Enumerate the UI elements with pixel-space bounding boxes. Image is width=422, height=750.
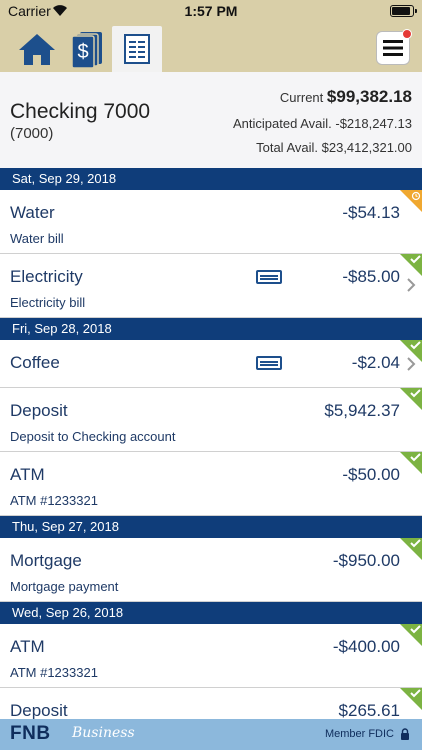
current-value: $99,382.18: [326, 87, 412, 106]
transaction-row[interactable]: Deposit Deposit to Checking account $5,9…: [0, 388, 422, 452]
transaction-amount: -$950.00: [332, 551, 400, 570]
top-nav: $: [0, 22, 422, 72]
date-header: Fri, Sep 28, 2018: [0, 318, 422, 340]
statement-icon: [124, 34, 150, 64]
footer-bar: FNB Business Member FDIC: [0, 719, 422, 750]
pending-clock-icon: [400, 190, 422, 212]
home-icon: [19, 34, 55, 65]
transaction-row[interactable]: Coffee -$2.04: [0, 340, 422, 388]
transaction-amount: -$54.13: [342, 203, 400, 222]
transaction-description: Deposit: [10, 701, 68, 720]
account-name: Checking 7000: [10, 100, 151, 123]
transaction-row[interactable]: ATM ATM #1233321 -$400.00: [0, 624, 422, 688]
current-label: Current: [279, 90, 324, 105]
transaction-description: Water: [10, 203, 55, 222]
transaction-amount: $5,942.37: [324, 401, 400, 420]
card-icon: [256, 356, 282, 370]
notification-dot: [402, 29, 412, 39]
date-header: Wed, Sep 26, 2018: [0, 602, 422, 624]
transaction-memo: ATM #1233321: [10, 665, 98, 680]
cleared-check-icon: [400, 254, 422, 276]
money-tab[interactable]: $: [64, 26, 110, 72]
transaction-row[interactable]: Electricity Electricity bill -$85.00: [0, 254, 422, 318]
transaction-description: ATM: [10, 465, 45, 484]
account-summary: Checking 7000 (7000) Current $99,382.18 …: [0, 72, 422, 168]
account-number: (7000): [10, 125, 54, 142]
transaction-list: Sat, Sep 29, 2018 Water Water bill -$54.…: [0, 168, 422, 750]
cleared-check-icon: [400, 688, 422, 710]
transaction-description: Coffee: [10, 353, 60, 372]
lock-icon: [401, 728, 409, 740]
transaction-description: Deposit: [10, 401, 68, 420]
date-header: Sat, Sep 29, 2018: [0, 168, 422, 190]
hamburger-menu-icon: [383, 40, 403, 56]
transaction-description: Mortgage: [10, 551, 82, 570]
transaction-memo: Water bill: [10, 231, 64, 246]
cleared-check-icon: [400, 340, 422, 362]
status-bar: Carrier 1:57 PM: [0, 0, 422, 22]
cleared-check-icon: [400, 624, 422, 646]
svg-text:$: $: [77, 41, 88, 63]
member-fdic-label: Member FDIC: [324, 728, 394, 740]
cleared-check-icon: [400, 452, 422, 474]
home-tab[interactable]: [14, 26, 60, 72]
battery-icon: [390, 5, 417, 17]
current-balance: Current $99,382.18: [280, 87, 412, 107]
transaction-amount: -$85.00: [342, 267, 400, 286]
transaction-description: ATM: [10, 637, 45, 656]
transaction-memo: Mortgage payment: [10, 579, 119, 594]
menu-button[interactable]: [376, 29, 412, 65]
date-header: Thu, Sep 27, 2018: [0, 516, 422, 538]
transaction-amount: -$400.00: [332, 637, 400, 656]
transaction-row[interactable]: ATM ATM #1233321 -$50.00: [0, 452, 422, 516]
transaction-amount: $265.61: [338, 701, 400, 720]
transaction-amount: -$2.04: [351, 353, 400, 372]
fnb-logo: FNB: [10, 723, 51, 744]
anticipated-balance: Anticipated Avail. -$218,247.13: [232, 116, 412, 131]
battery-fill: [392, 7, 410, 15]
transaction-description: Electricity: [10, 267, 83, 286]
clock: 1:57 PM: [184, 3, 238, 19]
cleared-check-icon: [400, 388, 422, 410]
money-icon: $: [71, 32, 102, 68]
transaction-memo: Deposit to Checking account: [10, 429, 176, 444]
transaction-amount: -$50.00: [342, 465, 400, 484]
transaction-memo: Electricity bill: [10, 295, 86, 310]
transaction-row[interactable]: Mortgage Mortgage payment -$950.00: [0, 538, 422, 602]
total-balance: Total Avail. $23,412,321.00: [256, 140, 412, 155]
card-icon: [256, 270, 282, 284]
cleared-check-icon: [400, 538, 422, 560]
business-wordmark: Business: [72, 725, 135, 741]
chevron-right-icon: [407, 278, 416, 292]
transaction-row[interactable]: Water Water bill -$54.13: [0, 190, 422, 254]
transaction-memo: ATM #1233321: [10, 493, 98, 508]
statement-tab[interactable]: [112, 26, 162, 72]
